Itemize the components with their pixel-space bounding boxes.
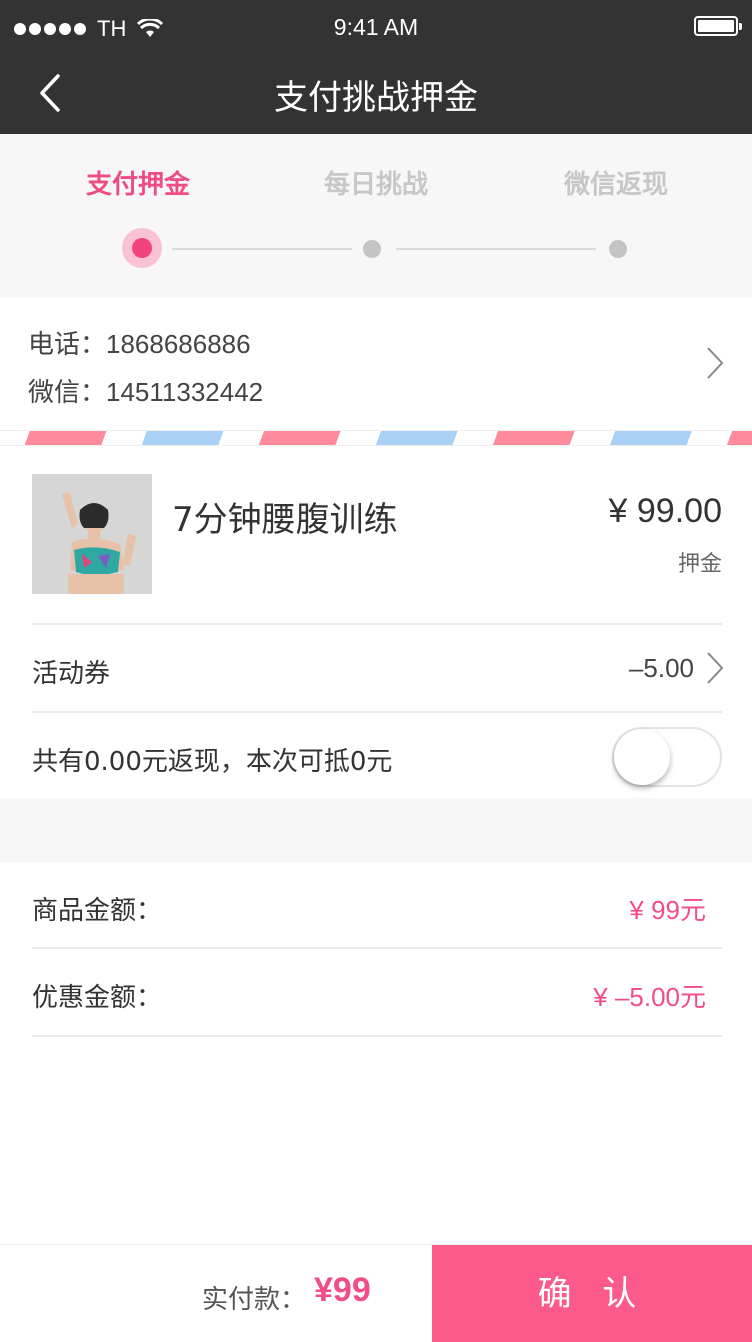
clock: 9:41 AM bbox=[333, 14, 419, 40]
step-connector bbox=[396, 248, 596, 250]
status-bar: TH 9:41 AM bbox=[0, 0, 752, 56]
product-price: ¥ 99.00 bbox=[608, 492, 722, 530]
price-label: 押金 bbox=[677, 552, 722, 577]
actual-payment-label: 实付款： bbox=[202, 1285, 307, 1315]
section-gap bbox=[0, 798, 752, 862]
toggle-knob bbox=[614, 729, 670, 785]
actual-payment-amount: ¥99 bbox=[314, 1271, 371, 1309]
product-card: 7分钟腰腹训练 ¥ 99.00 押金 bbox=[0, 446, 752, 624]
discount-amount-row: 优惠金额： ¥ –5.00元 bbox=[0, 949, 752, 1035]
discount-amount-value: ¥ –5.00元 bbox=[593, 982, 706, 1012]
step-dot-active bbox=[122, 228, 162, 268]
step-dot bbox=[609, 240, 627, 258]
progress-steps: 支付押金 每日挑战 微信返现 bbox=[0, 134, 752, 298]
goods-amount-value: ¥ 99元 bbox=[629, 895, 706, 925]
coupon-row[interactable]: 活动券 –5.00 bbox=[0, 625, 752, 711]
chevron-right-icon bbox=[707, 347, 724, 379]
phone-text: 电话：1868686886 bbox=[28, 329, 251, 359]
cashback-toggle[interactable] bbox=[612, 727, 722, 787]
contact-info-row[interactable]: 电话：1868686886 微信：14511332442 bbox=[0, 298, 752, 430]
divider bbox=[32, 1035, 722, 1037]
cashback-label: 共有0.00元返现，本次可抵0元 bbox=[32, 747, 393, 777]
step-label-wechat-cashback: 微信返现 bbox=[563, 170, 668, 200]
step-connector bbox=[172, 248, 352, 250]
chevron-right-icon bbox=[707, 652, 724, 684]
page-title: 支付挑战押金 bbox=[274, 78, 478, 118]
coupon-label: 活动券 bbox=[32, 659, 111, 689]
product-name: 7分钟腰腹训练 bbox=[172, 500, 398, 540]
confirm-button[interactable]: 确 认 bbox=[432, 1245, 752, 1342]
step-label-pay-deposit: 支付押金 bbox=[85, 170, 190, 200]
checkout-bar: 实付款： ¥99 确 认 bbox=[0, 1244, 752, 1342]
product-image bbox=[32, 474, 152, 594]
step-label-daily-challenge: 每日挑战 bbox=[323, 170, 428, 200]
discount-amount-label: 优惠金额： bbox=[32, 983, 163, 1013]
step-dot bbox=[363, 240, 381, 258]
goods-amount-row: 商品金额： ¥ 99元 bbox=[0, 862, 752, 948]
battery-icon bbox=[694, 16, 742, 36]
airmail-border-divider bbox=[0, 430, 752, 446]
nav-bar: 支付挑战押金 bbox=[0, 56, 752, 134]
cashback-row: 共有0.00元返现，本次可抵0元 bbox=[0, 713, 752, 798]
wechat-text: 微信：14511332442 bbox=[28, 377, 264, 407]
goods-amount-label: 商品金额： bbox=[32, 896, 163, 926]
coupon-value: –5.00 bbox=[628, 653, 694, 683]
